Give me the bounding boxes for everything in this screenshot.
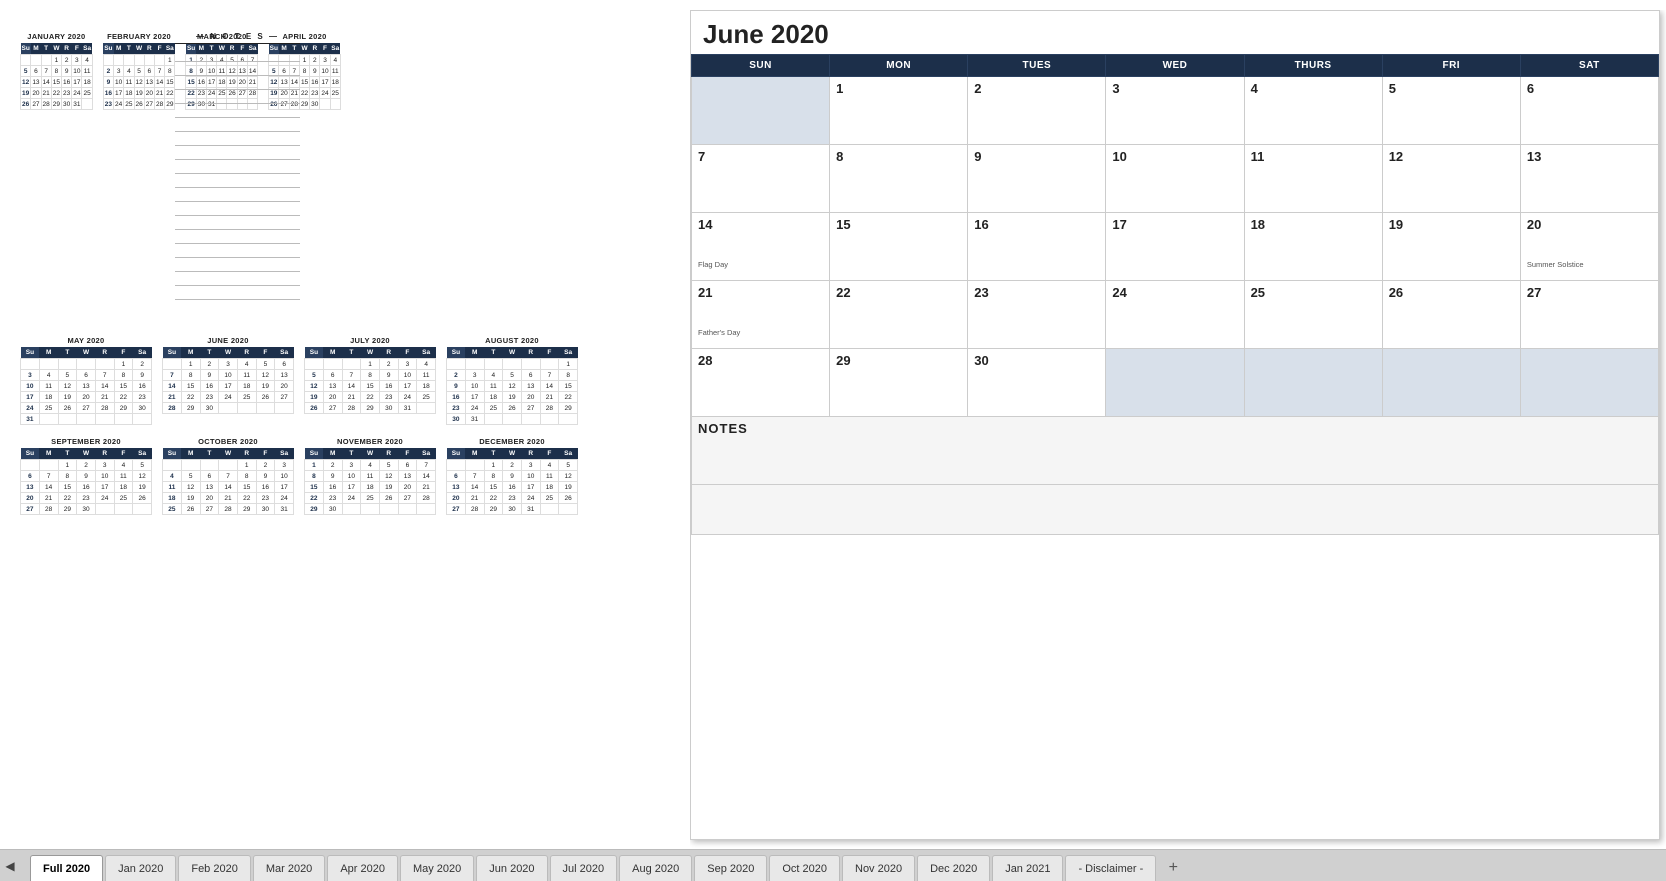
june-month-table: SUNMONTUESWEDTHURSFRISAT1234567891011121… [691,54,1659,535]
calendar-cell[interactable]: 15 [830,213,968,281]
tab-apr-2020[interactable]: Apr 2020 [327,855,398,881]
calendar-cell[interactable]: 30 [968,349,1106,417]
calendar-cell[interactable] [1520,349,1658,417]
add-tab-button[interactable]: + [1162,857,1184,879]
tab-may-2020[interactable]: May 2020 [400,855,474,881]
tab-jan-2020[interactable]: Jan 2020 [105,855,176,881]
calendar-cell[interactable] [1382,349,1520,417]
mini-cal: MAY 2020SuMTWRFSa12345678910111213141516… [20,336,152,425]
calendar-cell[interactable]: 26 [1382,281,1520,349]
calendar-cell[interactable]: 4 [1244,77,1382,145]
tab-nov-2020[interactable]: Nov 2020 [842,855,915,881]
tab-full-2020[interactable]: Full 2020 [30,855,103,881]
calendar-cell[interactable]: 10 [1106,145,1244,213]
calendar-cell[interactable]: 27 [1520,281,1658,349]
mini-cal: NOVEMBER 2020SuMTWRFSa123456789101112131… [304,437,436,515]
calendar-cell[interactable]: 3 [1106,77,1244,145]
nav-prev[interactable]: ◀ [0,855,20,877]
tabs-container: Full 2020Jan 2020Feb 2020Mar 2020Apr 202… [30,855,1156,881]
mini-cal: OCTOBER 2020SuMTWRFSa1234567891011121314… [162,437,294,515]
calendar-cell[interactable]: 7 [692,145,830,213]
calendar-cell[interactable]: 24 [1106,281,1244,349]
tab-dec-2020[interactable]: Dec 2020 [917,855,990,881]
tab-sep-2020[interactable]: Sep 2020 [694,855,767,881]
calendar-cell[interactable]: 11 [1244,145,1382,213]
tab-mar-2020[interactable]: Mar 2020 [253,855,325,881]
tab-feb-2020[interactable]: Feb 2020 [178,855,250,881]
calendar-cell[interactable]: 2 [968,77,1106,145]
tab---disclaimer--[interactable]: - Disclaimer - [1065,855,1156,881]
calendar-cell[interactable]: 22 [830,281,968,349]
june-title: June 2020 [691,11,1659,54]
calendar-cell[interactable]: 17 [1106,213,1244,281]
mini-cal: FEBRUARY 2020SuMTWRFSa123456789101112131… [103,32,176,300]
mini-cal: SEPTEMBER 2020SuMTWRFSa12345678910111213… [20,437,152,515]
tab-jul-2020[interactable]: Jul 2020 [550,855,618,881]
mini-cal: JULY 2020SuMTWRFSa1234567891011121314151… [304,336,436,425]
calendar-cell[interactable]: 28 [692,349,830,417]
tab-bar: ◀ Full 2020Jan 2020Feb 2020Mar 2020Apr 2… [0,849,1666,881]
mini-cal: AUGUST 2020SuMTWRFSa12345678910111213141… [446,336,578,425]
calendar-cell[interactable]: 20Summer Solstice [1520,213,1658,281]
calendar-cell[interactable]: 13 [1520,145,1658,213]
june-2020-calendar: June 2020SUNMONTUESWEDTHURSFRISAT1234567… [690,10,1660,840]
calendar-cell[interactable]: 9 [968,145,1106,213]
calendar-cell[interactable]: 14Flag Day [692,213,830,281]
calendar-cell[interactable] [1244,349,1382,417]
tab-jun-2020[interactable]: Jun 2020 [476,855,547,881]
calendar-cell[interactable]: 18 [1244,213,1382,281]
annual-calendar-grid: JANUARY 2020SuMTWRFSa1234567891011121314… [20,32,700,324]
mini-cal-row-1: JANUARY 2020SuMTWRFSa1234567891011121314… [20,32,155,300]
calendar-cell[interactable]: 21Father's Day [692,281,830,349]
calendar-cell[interactable] [1106,349,1244,417]
tab-oct-2020[interactable]: Oct 2020 [769,855,840,881]
mini-cal: JANUARY 2020SuMTWRFSa1234567891011121314… [20,32,93,300]
june-notes: NOTES [692,417,1659,485]
mini-cal: JUNE 2020SuMTWRFSa1234567891011121314151… [162,336,294,425]
calendar-cell[interactable]: 23 [968,281,1106,349]
calendar-cell[interactable]: 8 [830,145,968,213]
calendar-cell[interactable]: 12 [1382,145,1520,213]
calendar-cell[interactable]: 6 [1520,77,1658,145]
tab-aug-2020[interactable]: Aug 2020 [619,855,692,881]
calendar-cell[interactable]: 29 [830,349,968,417]
calendar-cell[interactable]: 19 [1382,213,1520,281]
calendar-cell[interactable]: 5 [1382,77,1520,145]
calendar-cell[interactable]: 25 [1244,281,1382,349]
mini-cal: DECEMBER 2020SuMTWRFSa123456789101112131… [446,437,578,515]
stacked-calendars-area: January 2020February 2020March 2020April… [690,10,1666,849]
calendar-cell[interactable]: 1 [830,77,968,145]
tab-jan-2021[interactable]: Jan 2021 [992,855,1063,881]
calendar-cell[interactable] [692,77,830,145]
notes-column: — N O T E S — [175,32,300,300]
calendar-cell[interactable]: 16 [968,213,1106,281]
